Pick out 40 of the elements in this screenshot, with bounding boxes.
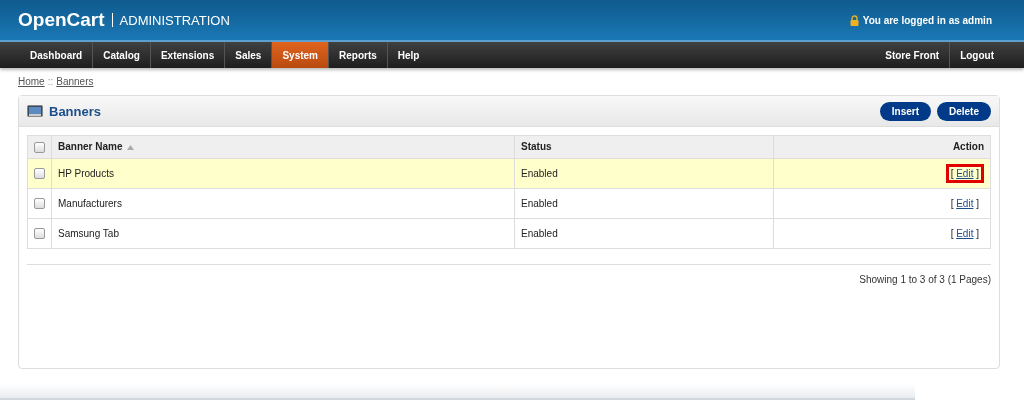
- edit-action: [ Edit ]: [945, 163, 984, 183]
- nav-item[interactable]: Catalog: [93, 42, 151, 68]
- table-cell: Enabled: [514, 188, 774, 219]
- row-checkbox[interactable]: [34, 168, 45, 180]
- nav-item[interactable]: Dashboard: [20, 42, 94, 68]
- monitor-icon: [27, 104, 43, 118]
- nav-item[interactable]: Store Front: [875, 42, 951, 68]
- delete-button[interactable]: Delete: [937, 101, 991, 121]
- panel-title: Banners: [49, 103, 102, 119]
- column-header[interactable]: Banner Name: [58, 141, 123, 153]
- table-cell: Manufacturers: [51, 188, 515, 219]
- table-cell: Enabled: [514, 218, 774, 249]
- table-cell: Samsung Tab: [51, 218, 515, 249]
- row-checkbox[interactable]: [34, 198, 45, 210]
- edit-action: [ Edit ]: [949, 196, 980, 211]
- login-status: You are logged in as admin: [862, 14, 992, 26]
- nav-item[interactable]: Help: [387, 42, 430, 68]
- table-cell: Enabled: [514, 158, 774, 189]
- nav-item[interactable]: Extensions: [150, 42, 226, 68]
- sort-ascending-icon[interactable]: [127, 145, 135, 151]
- edit-link[interactable]: Edit: [956, 227, 974, 239]
- nav-item[interactable]: Reports: [329, 42, 388, 68]
- column-header: Action: [773, 135, 991, 159]
- edit-action: [ Edit ]: [949, 226, 980, 241]
- column-header: Status: [514, 135, 774, 159]
- header-subtitle: ADMINISTRATION: [119, 12, 230, 28]
- insert-button[interactable]: Insert: [879, 101, 931, 121]
- nav-item[interactable]: Logout: [950, 42, 1004, 68]
- logo[interactable]: OpenCart: [18, 9, 105, 31]
- breadcrumb-separator: ::: [47, 76, 54, 87]
- breadcrumb-link[interactable]: Home: [18, 76, 45, 87]
- nav-item[interactable]: System: [272, 42, 329, 68]
- table-cell: HP Products: [51, 158, 515, 189]
- edit-link[interactable]: Edit: [956, 197, 974, 209]
- breadcrumb-link[interactable]: Banners: [56, 76, 94, 87]
- edit-link[interactable]: Edit: [956, 167, 974, 179]
- select-all-checkbox[interactable]: [34, 141, 45, 153]
- lock-icon: [849, 14, 859, 26]
- row-checkbox[interactable]: [34, 228, 45, 240]
- pagination-text: Showing 1 to 3 of 3 (1 Pages): [27, 263, 991, 285]
